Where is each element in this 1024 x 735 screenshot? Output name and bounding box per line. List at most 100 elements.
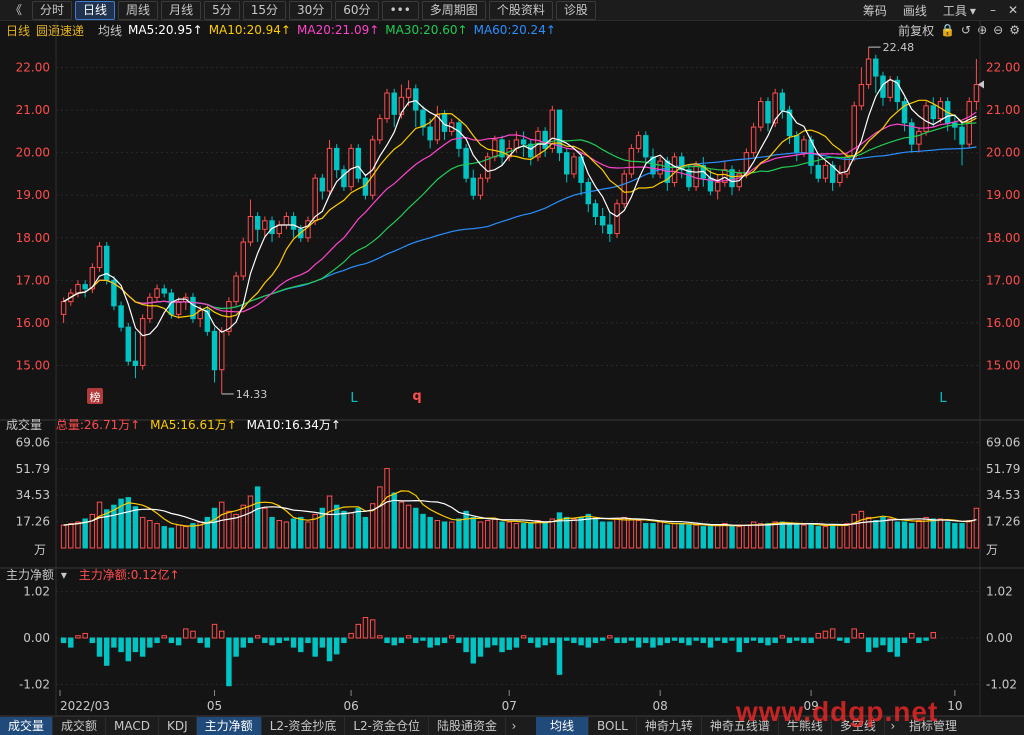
volume-bar-down [520, 523, 527, 549]
tab-volume[interactable]: 成交量 [0, 717, 54, 735]
tab-boll[interactable]: BOLL [589, 717, 637, 735]
volume-bar-up [714, 524, 721, 549]
chevron-right-icon[interactable]: › [506, 719, 522, 733]
flow-bar-negative [427, 637, 433, 648]
tab-macd[interactable]: MACD [106, 717, 160, 735]
stock-profile-button[interactable]: 个股资料 [488, 0, 553, 20]
volume-bar-down [269, 516, 275, 549]
period-fenshi-button[interactable]: 分时 [32, 0, 73, 20]
flow-bar-negative [506, 637, 512, 650]
multi-period-button[interactable]: 多周期图 [421, 0, 486, 20]
axes-layer: 22.00 22.00 21.00 21.00 20.00 20.00 19.00 19.00… [16, 61, 1021, 713]
candle-down [930, 105, 937, 120]
flow-bar-positive [851, 628, 857, 639]
period-week-button[interactable]: 周线 [118, 0, 159, 20]
kline-chart[interactable]: 22.00 22.00 21.00 21.00 20.00 20.00 19.00 19.00… [0, 20, 1024, 716]
volume-bar-up [384, 468, 390, 549]
candle-up [262, 220, 268, 230]
candle-up [693, 164, 699, 188]
flow-bar-positive [405, 635, 412, 639]
flow-bar-negative [664, 637, 671, 644]
candle-up [865, 58, 872, 86]
price-tick-right: 19.00 [986, 188, 1020, 202]
tab-main-flow[interactable]: 主力净额 [196, 717, 262, 735]
price-tick-left: 19.00 [16, 188, 50, 202]
flow-bar-negative [398, 637, 405, 644]
period-60min-button[interactable]: 60分 [335, 0, 379, 20]
volume-bar-up [60, 524, 67, 549]
candle-up [377, 118, 383, 141]
close-icon[interactable]: ✕ [1002, 3, 1024, 17]
volume-bar-down [779, 521, 786, 549]
back-button[interactable]: 《 [3, 2, 29, 19]
candle-up [233, 275, 239, 303]
candle-up [621, 173, 627, 205]
volume-bar-down [678, 523, 685, 549]
period-15min-button[interactable]: 15分 [242, 0, 286, 20]
flow-bar-negative [628, 637, 635, 641]
flow-bar-negative [333, 637, 340, 655]
period-day-button[interactable]: 日线 [75, 0, 116, 20]
volume-bar-down [592, 518, 599, 549]
volume-bar-up [923, 516, 929, 549]
volume-bar-down [103, 509, 110, 549]
tab-ma[interactable]: 均线 [536, 717, 590, 735]
volume-bar-down [664, 524, 671, 549]
minimize-icon[interactable]: – [984, 3, 1002, 17]
flow-bar-negative [326, 637, 333, 662]
tab-turnover[interactable]: 成交额 [53, 717, 107, 735]
period-month-button[interactable]: 月线 [161, 0, 202, 20]
tools-button[interactable]: 工具 ▾ [935, 2, 984, 19]
volume-bar-up [571, 518, 577, 549]
candle-down [290, 215, 297, 230]
flow-bar-negative [894, 637, 901, 657]
flow-bar-negative [686, 637, 692, 646]
volume-bar-up [549, 518, 556, 549]
tab-l2-bottom[interactable]: L2-资金抄底 [262, 717, 346, 735]
flow-bar-negative [262, 637, 268, 644]
tab-northbound[interactable]: 陆股通资金 [429, 717, 507, 735]
flow-bar-negative [585, 637, 592, 648]
flow-bar-negative [240, 637, 247, 648]
candle-up [147, 296, 153, 320]
volume-bar-up [175, 524, 182, 549]
flow-bar-negative [758, 637, 764, 644]
candle-up [384, 92, 390, 120]
flow-bar-positive [183, 628, 189, 639]
candle-down [959, 126, 965, 145]
flow-bar-negative [492, 637, 498, 646]
volume-bar-down [470, 516, 477, 549]
volume-bar-down [908, 523, 915, 549]
flow-bar-negative [233, 637, 239, 657]
flow-bar-negative [139, 637, 146, 657]
period-5min-button[interactable]: 5分 [204, 0, 240, 20]
volume-bar-up [276, 520, 282, 549]
volume-bar-up [139, 516, 146, 549]
flow-bar-negative [801, 637, 807, 644]
volume-bar-up [628, 518, 635, 549]
period-30min-button[interactable]: 30分 [289, 0, 333, 20]
volume-bar-up [484, 520, 491, 549]
toolbar-right: 筹码 画线 工具 ▾ – ✕ [855, 0, 1024, 20]
price-tick-left: 15.00 [16, 358, 50, 372]
volume-bar-up [477, 521, 484, 549]
chip-button[interactable]: 筹码 [855, 2, 895, 19]
ma20-line [63, 111, 977, 313]
volume-bar-up [197, 521, 203, 549]
flow-bar-negative [154, 637, 160, 644]
volume-title[interactable]: 成交量 [6, 418, 42, 432]
volume-bar-down [729, 526, 735, 549]
stock-diagnosis-button[interactable]: 诊股 [555, 0, 596, 20]
more-periods-button[interactable]: ••• [381, 0, 419, 20]
chevron-down-icon[interactable]: ▾ [61, 568, 67, 582]
tab-l2-position[interactable]: L2-资金仓位 [345, 717, 429, 735]
volume-bar-up [183, 526, 189, 549]
volume-bar-down [413, 507, 419, 549]
flow-title[interactable]: 主力净额 [6, 568, 54, 582]
volume-bar-down [808, 523, 814, 549]
tab-magic-nine[interactable]: 神奇九转 [637, 717, 702, 735]
draw-line-button[interactable]: 画线 [895, 2, 935, 19]
tab-kdj[interactable]: KDJ [159, 717, 197, 735]
volume-bar-up [377, 486, 383, 549]
flow-bar-negative [298, 637, 304, 653]
